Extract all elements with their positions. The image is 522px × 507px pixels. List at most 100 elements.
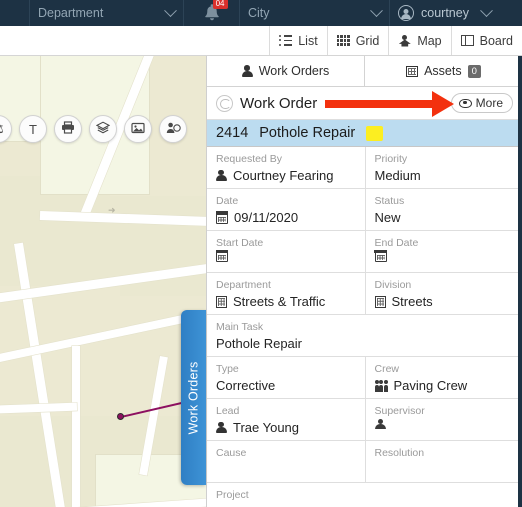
field-crew[interactable]: Crew Paving Crew (364, 357, 522, 398)
field-label: Project (216, 489, 249, 501)
more-button[interactable]: More (450, 93, 513, 113)
field-value: Trae Young (233, 420, 300, 435)
field-value: Paving Crew (393, 378, 468, 393)
tab-assets-label: Assets (424, 64, 462, 78)
identify-tool-button[interactable] (159, 115, 187, 143)
field-label: Priority (374, 153, 408, 165)
person-icon (216, 421, 227, 434)
field-value: New (374, 210, 401, 225)
field-lead[interactable]: Lead Trae Young (207, 399, 365, 440)
one-way-arrow-icon: ➜ (108, 205, 116, 215)
work-order-number: 2414 (216, 125, 249, 141)
work-orders-flyout-tab[interactable]: Work Orders (181, 310, 206, 485)
grid-icon (336, 35, 350, 46)
view-switcher-bar: List Grid Map Board (0, 26, 522, 56)
field-type[interactable]: Type Corrective (207, 357, 365, 398)
department-filter-dropdown[interactable]: Department (30, 0, 184, 26)
field-label: Start Date (216, 237, 264, 249)
tab-work-orders[interactable]: Work Orders (207, 56, 364, 86)
annotation-arrow-icon (325, 90, 454, 117)
text-tool-button[interactable]: T (19, 115, 47, 143)
list-icon (279, 34, 293, 46)
layers-icon (95, 121, 111, 137)
field-project[interactable]: Project (207, 483, 522, 507)
view-button-list-label: List (298, 33, 318, 48)
field-status[interactable]: Status New (364, 189, 522, 230)
person-icon (241, 65, 253, 77)
panel-right-edge (518, 56, 522, 507)
city-filter-label: City (248, 6, 270, 20)
image-icon (131, 122, 145, 137)
view-button-board[interactable]: Board (450, 26, 522, 55)
field-row: Department Streets & Traffic Division St… (207, 273, 522, 315)
field-row: Start Date End Date (207, 231, 522, 273)
image-tool-button[interactable] (124, 115, 152, 143)
field-value: Streets & Traffic (233, 294, 326, 309)
map-pin-icon (398, 34, 411, 47)
map-feature-vertex[interactable] (117, 413, 124, 420)
view-button-list[interactable]: List (269, 26, 326, 55)
field-label: End Date (374, 237, 419, 249)
field-label: Date (216, 195, 239, 207)
field-label: Supervisor (374, 405, 425, 417)
map-toolbar: ⚖ T (0, 114, 187, 144)
panel-subheader-title: Work Order (240, 94, 318, 112)
field-row: Date 09/11/2020 Status New (207, 189, 522, 231)
work-order-name: Pothole Repair (259, 125, 356, 141)
tab-work-orders-label: Work Orders (258, 64, 330, 78)
field-label: Lead (216, 405, 240, 417)
field-row: Lead Trae Young Supervisor (207, 399, 522, 441)
field-value: Corrective (216, 378, 276, 393)
field-value: Medium (374, 168, 421, 183)
identify-person-icon (166, 122, 181, 137)
field-row: Cause Resolution (207, 441, 522, 483)
view-button-grid[interactable]: Grid (326, 26, 389, 55)
field-row: Main Task Pothole Repair (207, 315, 522, 357)
map-canvas[interactable]: ➜ ⚖ T (0, 56, 207, 507)
print-tool-button[interactable] (54, 115, 82, 143)
calendar-icon (215, 249, 229, 262)
panel-tab-bar: Work Orders Assets 0 (207, 56, 522, 87)
field-requested-by[interactable]: Requested By Courtney Fearing (207, 147, 365, 188)
refresh-circle-icon[interactable] (216, 94, 233, 112)
field-date[interactable]: Date 09/11/2020 (207, 189, 365, 230)
field-label: Crew (374, 363, 400, 375)
field-value: Courtney Fearing (233, 168, 334, 183)
measure-tool-button[interactable]: ⚖ (0, 115, 12, 143)
notifications-button[interactable]: 04 (184, 0, 240, 26)
field-department[interactable]: Department Streets & Traffic (207, 273, 365, 314)
more-button-label: More (475, 96, 503, 110)
field-main-task[interactable]: Main Task Pothole Repair (207, 315, 522, 356)
calendar-icon (215, 211, 229, 224)
field-label: Type (216, 363, 239, 375)
person-icon (216, 169, 227, 182)
user-name-label: courtney (421, 6, 469, 20)
notification-count-badge: 04 (212, 0, 228, 9)
top-navigation-bar: Department 04 City courtney (0, 0, 522, 26)
bell-icon: 04 (201, 0, 228, 23)
crew-icon (374, 379, 388, 392)
view-button-board-label: Board (479, 33, 513, 48)
field-value: Streets (391, 294, 433, 309)
field-priority[interactable]: Priority Medium (364, 147, 522, 188)
eye-icon (458, 98, 472, 108)
work-order-title-bar: 2414 Pothole Repair (207, 120, 522, 147)
tab-assets-count-badge: 0 (467, 64, 481, 78)
user-menu[interactable]: courtney (390, 0, 522, 26)
field-start-date[interactable]: Start Date (207, 231, 365, 272)
building-icon (374, 295, 386, 308)
field-end-date[interactable]: End Date (364, 231, 522, 272)
field-division[interactable]: Division Streets (364, 273, 522, 314)
view-button-map[interactable]: Map (388, 26, 450, 55)
tab-assets[interactable]: Assets 0 (364, 56, 522, 86)
map-road (72, 346, 80, 507)
app-root: Department 04 City courtney List Grid Ma… (0, 0, 522, 507)
chevron-down-icon (164, 3, 177, 17)
printer-icon (61, 121, 75, 137)
field-supervisor[interactable]: Supervisor (364, 399, 522, 440)
layers-tool-button[interactable] (89, 115, 117, 143)
field-label: Main Task (216, 321, 264, 333)
field-cause[interactable]: Cause (207, 441, 365, 482)
city-filter-dropdown[interactable]: City (240, 0, 390, 26)
field-resolution[interactable]: Resolution (364, 441, 522, 482)
